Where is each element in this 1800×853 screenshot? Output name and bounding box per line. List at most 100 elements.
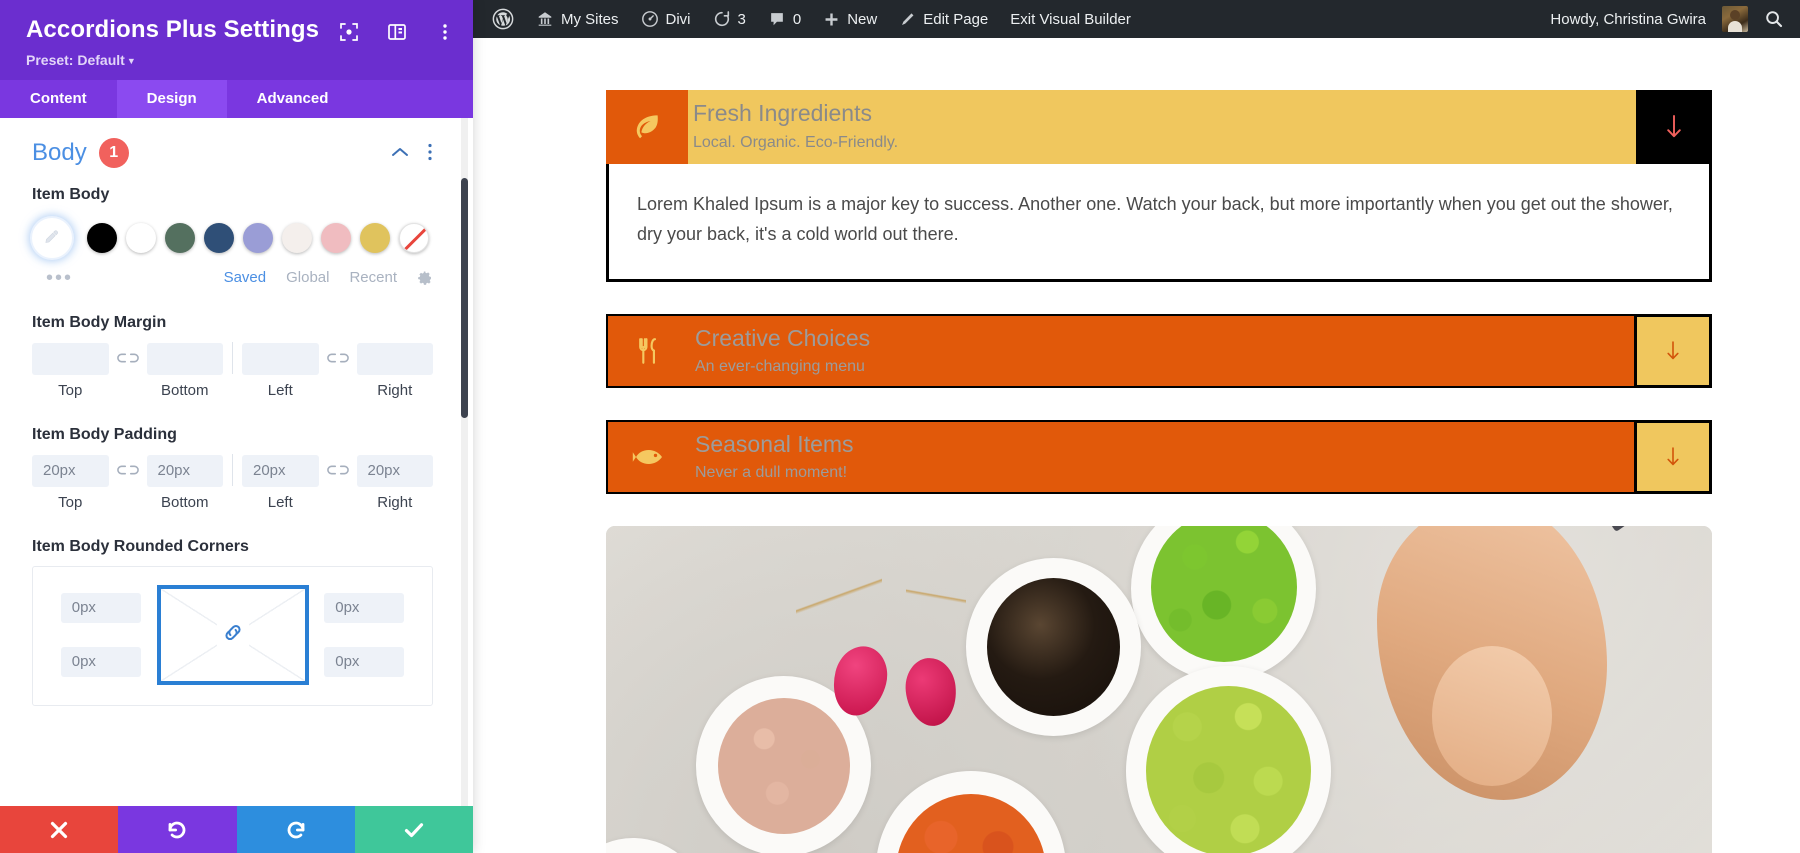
color-picker[interactable] xyxy=(32,217,72,258)
accordion-header[interactable]: Fresh Ingredients Local. Organic. Eco-Fr… xyxy=(606,90,1712,164)
corner-bottom-left-input[interactable] xyxy=(60,646,141,677)
item-body-padding-group: Item Body Padding Top Bottom xyxy=(32,426,433,512)
tab-saved[interactable]: Saved xyxy=(224,269,267,286)
swatch-gold[interactable] xyxy=(360,222,390,253)
item-body-margin-group: Item Body Margin Top Bottom Left Right xyxy=(32,314,433,400)
kebab-menu-icon[interactable] xyxy=(427,142,433,167)
preset-label: Preset: Default xyxy=(26,51,125,68)
swatch-green[interactable] xyxy=(165,222,195,253)
accordion-title: Creative Choices xyxy=(695,324,871,351)
link-sync-icon[interactable] xyxy=(109,464,147,502)
link-sync-icon[interactable] xyxy=(319,464,357,502)
padding-left-input[interactable] xyxy=(242,454,319,487)
module-settings-panel: Accordions Plus Settings Preset: Default… xyxy=(0,0,473,853)
accordion-toggle-button[interactable] xyxy=(1636,90,1712,164)
preset-selector[interactable]: Preset: Default ▼ xyxy=(26,52,451,68)
wp-item-label: Divi xyxy=(665,10,691,28)
accordion-body: Lorem Khaled Ipsum is a major key to suc… xyxy=(606,164,1712,283)
margin-top-cell: Top xyxy=(32,342,109,399)
wp-item-label: Edit Page xyxy=(923,10,989,28)
cancel-button[interactable] xyxy=(0,806,119,853)
search-icon[interactable] xyxy=(1750,9,1800,29)
accordion-header[interactable]: Creative Choices An ever-changing menu xyxy=(606,314,1712,389)
swatch-black[interactable] xyxy=(87,222,117,253)
corner-preview xyxy=(156,584,309,685)
tab-advanced[interactable]: Advanced xyxy=(226,79,359,118)
group-actions xyxy=(390,142,433,167)
link-sync-icon[interactable] xyxy=(319,352,357,390)
padding-top-input[interactable] xyxy=(32,454,109,487)
tab-recent[interactable]: Recent xyxy=(349,269,397,286)
padding-top-cell: Top xyxy=(32,454,109,511)
rounded-corners-control xyxy=(32,565,433,706)
accordion-header-text: Seasonal Items Never a dull moment! xyxy=(690,422,1634,492)
wp-account-item[interactable]: Howdy, Christina Gwira xyxy=(1539,0,1750,38)
item-body-margin-label: Item Body Margin xyxy=(32,313,167,331)
accordion-subtitle: Never a dull moment! xyxy=(695,464,848,482)
margin-right-input[interactable] xyxy=(356,342,433,375)
padding-right-input[interactable] xyxy=(356,454,433,487)
wp-comments-item[interactable]: 0 xyxy=(757,0,812,38)
layout-columns-icon[interactable] xyxy=(387,22,407,42)
link-sync-icon[interactable] xyxy=(109,352,147,390)
accordion-body-text: Lorem Khaled Ipsum is a major key to suc… xyxy=(637,194,1673,244)
wp-divi-item[interactable]: Divi xyxy=(630,0,702,38)
margin-inputs-row: Top Bottom Left Right xyxy=(32,341,433,400)
color-swatch-row xyxy=(32,217,433,258)
link-icon[interactable] xyxy=(216,616,249,654)
gear-icon[interactable] xyxy=(417,270,433,286)
swatch-none[interactable] xyxy=(399,222,429,253)
swatch-offwhite[interactable] xyxy=(282,222,312,253)
wp-admin-bar: My Sites Divi 3 0 New Edit Page Exit Vis… xyxy=(473,0,1800,38)
tab-global[interactable]: Global xyxy=(286,269,329,286)
wp-item-label: Exit Visual Builder xyxy=(1010,10,1131,28)
swatch-pink[interactable] xyxy=(321,222,351,253)
comments-icon xyxy=(768,10,786,28)
margin-bottom-input[interactable] xyxy=(146,342,223,375)
accordion-toggle-button[interactable] xyxy=(1634,420,1712,495)
accordion-toggle-button[interactable] xyxy=(1634,314,1712,389)
settings-panel-header-icons xyxy=(339,22,455,42)
fullscreen-icon[interactable] xyxy=(339,22,359,42)
kebab-menu-icon[interactable] xyxy=(435,22,455,42)
accordion-item-seasonal-items: Seasonal Items Never a dull moment! xyxy=(606,420,1712,495)
group-title[interactable]: Body xyxy=(32,139,87,167)
accordion-title: Seasonal Items xyxy=(695,430,854,457)
padding-right-cell: Right xyxy=(356,454,433,511)
accordion-header[interactable]: Seasonal Items Never a dull moment! xyxy=(606,420,1712,495)
wp-edit-page-item[interactable]: Edit Page xyxy=(888,0,999,38)
scrollbar-thumb[interactable] xyxy=(461,177,468,418)
wp-updates-item[interactable]: 3 xyxy=(702,0,757,38)
item-body-label: Item Body xyxy=(32,185,110,203)
item-body-rounded-corners-label: Item Body Rounded Corners xyxy=(32,537,249,555)
padding-bottom-input[interactable] xyxy=(146,454,223,487)
tab-design[interactable]: Design xyxy=(116,79,227,118)
swatch-white[interactable] xyxy=(126,222,156,253)
settings-panel-body: Body 1 Item Body ••• Saved Global Recent… xyxy=(0,117,473,806)
item-body-rounded-corners-group: Item Body Rounded Corners xyxy=(32,538,433,706)
swatch-navy[interactable] xyxy=(204,222,234,253)
divider xyxy=(232,341,233,374)
margin-right-cell: Right xyxy=(356,342,433,399)
corner-top-left-input[interactable] xyxy=(60,592,141,623)
color-source-tabs: Saved Global Recent xyxy=(224,269,433,286)
wp-new-item[interactable]: New xyxy=(812,0,888,38)
corner-top-right-input[interactable] xyxy=(324,592,405,623)
wp-item-label: 3 xyxy=(737,10,746,28)
more-colors-icon[interactable]: ••• xyxy=(46,268,73,288)
tab-content[interactable]: Content xyxy=(0,79,117,118)
food-flatlay-photo xyxy=(606,526,1712,853)
wp-logo-item[interactable] xyxy=(481,0,525,38)
redo-button[interactable] xyxy=(236,806,355,853)
margin-left-input[interactable] xyxy=(242,342,319,375)
wp-item-label: 0 xyxy=(792,10,802,28)
margin-top-input[interactable] xyxy=(32,342,109,375)
swatch-periwinkle[interactable] xyxy=(243,222,273,253)
chevron-up-icon[interactable] xyxy=(390,145,410,164)
wp-exit-visual-builder-item[interactable]: Exit Visual Builder xyxy=(999,0,1142,38)
undo-button[interactable] xyxy=(118,806,237,853)
save-button[interactable] xyxy=(354,806,473,853)
wp-my-sites-item[interactable]: My Sites xyxy=(525,0,630,38)
corner-bottom-right-input[interactable] xyxy=(324,646,405,677)
accordion-header-text: Fresh Ingredients Local. Organic. Eco-Fr… xyxy=(688,90,1636,164)
